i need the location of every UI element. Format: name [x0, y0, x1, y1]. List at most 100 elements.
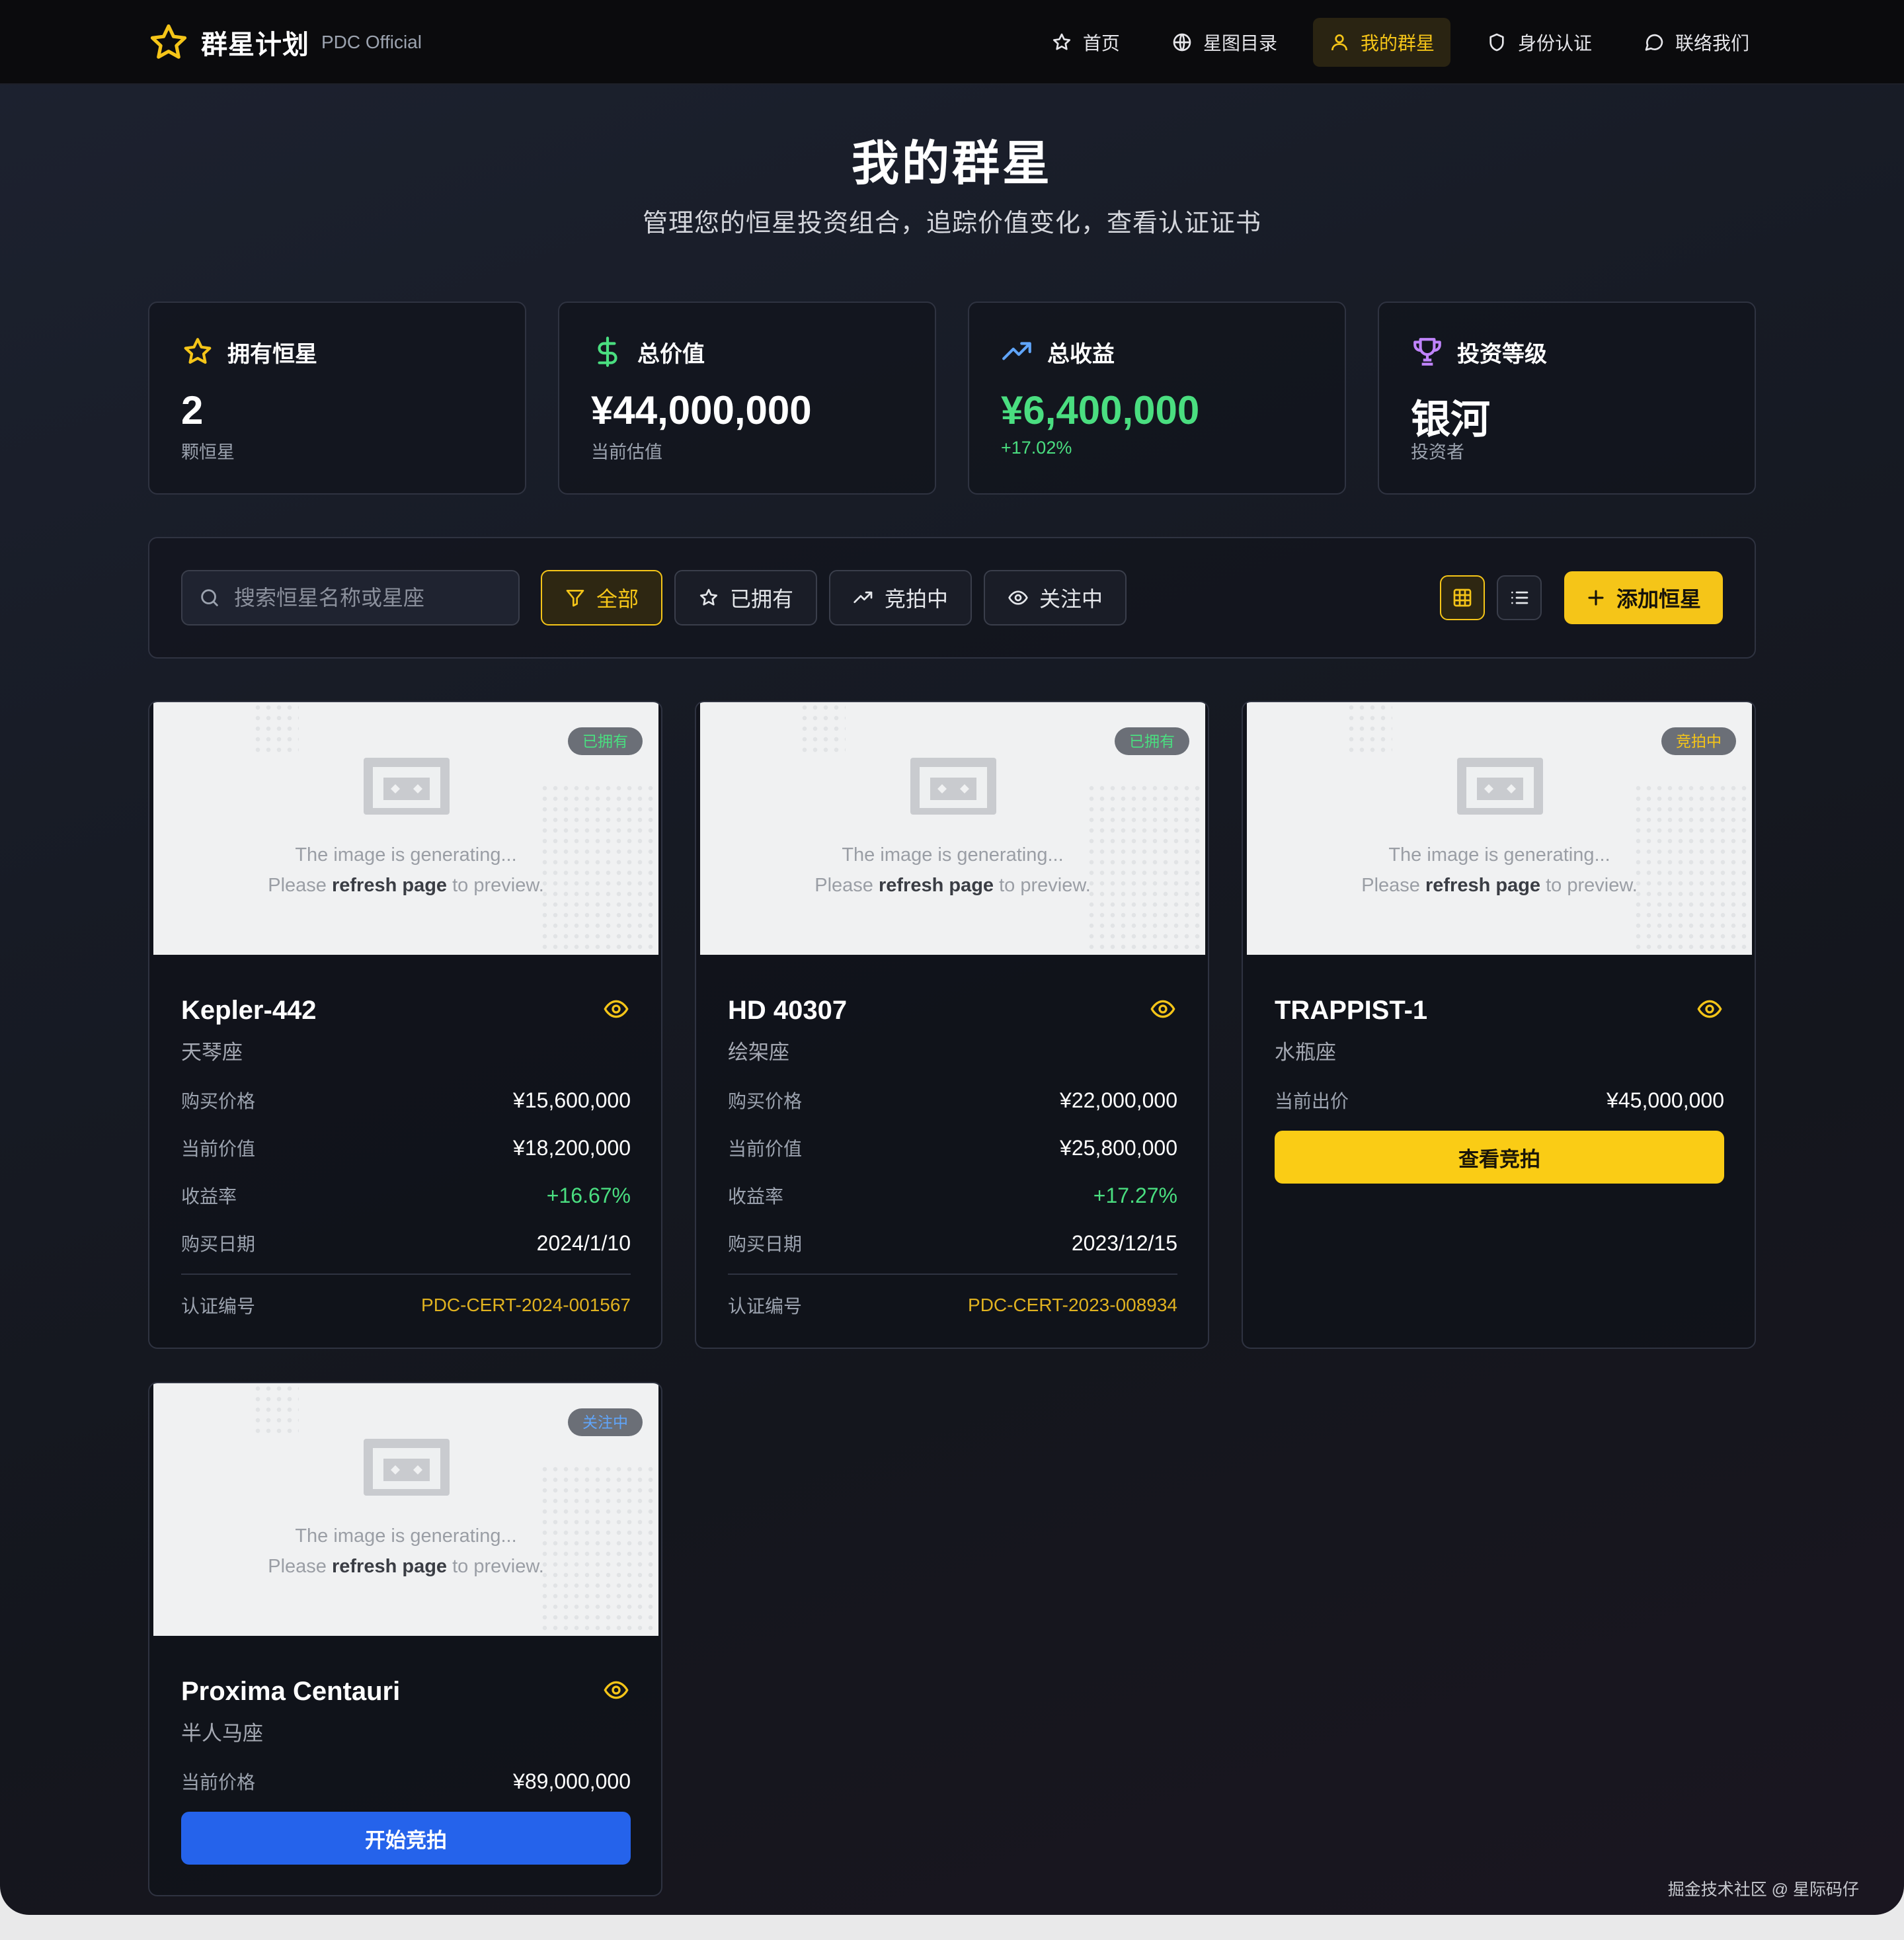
trophy-icon [1413, 338, 1441, 366]
grid-view-button[interactable] [1440, 575, 1485, 620]
info-row: 当前价格 ¥89,000,000 [181, 1769, 631, 1793]
constellation: 半人马座 [181, 1722, 263, 1745]
star-card[interactable]: The image is generating... Please refres… [148, 1382, 662, 1896]
cert-number[interactable]: PDC-CERT-2023-008934 [968, 1295, 1177, 1316]
placeholder-text: The image is generating... Please refres… [268, 844, 544, 896]
nav-label: 首页 [1082, 33, 1120, 54]
nav-contact[interactable]: 联络我们 [1628, 18, 1765, 67]
list-icon [1511, 591, 1528, 604]
filter-label: 全部 [596, 587, 639, 611]
filter-icon [566, 590, 584, 607]
shield-icon [1489, 33, 1504, 52]
star-name: Kepler-442 [181, 996, 317, 1025]
stat-label: 总收益 [1047, 341, 1115, 367]
constellation: 绘架座 [728, 1041, 789, 1064]
nav-catalog[interactable]: 星图目录 [1156, 18, 1293, 67]
stat-note: 当前估值 [591, 442, 662, 462]
stat-note: 颗恒星 [181, 442, 235, 462]
filter-label: 竞拍中 [885, 587, 949, 611]
star-icon [1052, 33, 1070, 50]
star-card[interactable]: The image is generating... Please refres… [695, 701, 1209, 1349]
stat-card-total-profit: 总收益 ¥6,400,000 +17.02% [968, 302, 1346, 495]
star-card[interactable]: The image is generating... Please refres… [1242, 701, 1756, 1349]
status-badge: 已拥有 [1115, 727, 1189, 755]
search-icon [201, 589, 218, 606]
filter-owned-button[interactable]: 已拥有 [674, 570, 818, 626]
star-card[interactable]: The image is generating... Please refres… [148, 701, 662, 1349]
star-image-placeholder: The image is generating... Please refres… [1247, 702, 1752, 955]
stat-label: 拥有恒星 [227, 341, 317, 367]
plus-icon [1588, 590, 1604, 606]
status-badge: 竞拍中 [1661, 727, 1736, 755]
brand-logo[interactable]: 群星计划 PDC Official [148, 20, 422, 65]
info-row: 收益率 +16.67% [181, 1183, 631, 1207]
filter-watching-button[interactable]: 关注中 [984, 570, 1127, 626]
image-placeholder-icon [910, 758, 996, 815]
app-screen: 群星计划 PDC Official 首页 星图目录 我的群星 身份认证 联络我们… [0, 0, 1904, 1915]
stat-value: ¥6,400,000 [1001, 388, 1200, 432]
info-row: 当前价值 ¥25,800,000 [728, 1135, 1177, 1160]
info-row: 购买日期 2023/12/15 [728, 1231, 1177, 1255]
eye-icon [1008, 590, 1028, 605]
constellation: 水瓶座 [1275, 1041, 1336, 1064]
add-star-button[interactable]: 添加恒星 [1564, 571, 1723, 624]
placeholder-text: The image is generating... Please refres… [268, 1525, 544, 1577]
stat-label: 投资等级 [1457, 341, 1547, 367]
search-input[interactable] [234, 585, 512, 610]
star-name: Proxima Centauri [181, 1677, 401, 1706]
star-icon [699, 588, 718, 606]
watermark: 掘金技术社区 @ 星际码仔 [1667, 1880, 1859, 1899]
star-logo-icon [150, 24, 187, 59]
filter-auction-button[interactable]: 竞拍中 [829, 570, 972, 626]
filter-all-button[interactable]: 全部 [541, 570, 663, 626]
image-placeholder-icon [1457, 758, 1543, 815]
search-box[interactable] [181, 570, 520, 626]
nav-label: 星图目录 [1203, 33, 1277, 54]
status-badge: 关注中 [568, 1408, 643, 1436]
info-row: 当前价值 ¥18,200,000 [181, 1135, 631, 1160]
stat-card-stars: 拥有恒星 2 颗恒星 [148, 302, 526, 495]
stat-card-total-value: 总价值 ¥44,000,000 当前估值 [558, 302, 936, 495]
star-image-placeholder: The image is generating... Please refres… [153, 702, 658, 955]
placeholder-text: The image is generating... Please refres… [1361, 844, 1638, 896]
divider [728, 1273, 1177, 1275]
status-badge: 已拥有 [568, 727, 643, 755]
eye-icon[interactable] [603, 1677, 629, 1703]
view-auction-button[interactable]: 查看竞拍 [1275, 1131, 1724, 1184]
stat-value: ¥44,000,000 [591, 388, 812, 432]
eye-icon[interactable] [1696, 996, 1723, 1022]
cert-number[interactable]: PDC-CERT-2024-001567 [421, 1295, 631, 1316]
stat-note: 投资者 [1411, 442, 1464, 462]
image-placeholder-icon [364, 1439, 450, 1496]
nav-label: 我的群星 [1360, 33, 1435, 54]
stats-row: 拥有恒星 2 颗恒星 总价值 ¥44,000,000 当前估值 总收益 ¥6,4… [148, 302, 1756, 495]
star-name: HD 40307 [728, 996, 848, 1025]
globe-icon [1173, 33, 1191, 52]
filter-label: 关注中 [1039, 587, 1103, 611]
grid-icon [1453, 588, 1472, 607]
star-outline-icon [184, 338, 212, 364]
nav-identity[interactable]: 身份认证 [1470, 18, 1608, 67]
nav-home[interactable]: 首页 [1035, 18, 1136, 67]
add-star-label: 添加恒星 [1616, 587, 1701, 611]
start-bidding-button[interactable]: 开始竞拍 [181, 1812, 631, 1865]
stat-label: 总价值 [637, 341, 705, 367]
nav-my-stars[interactable]: 我的群星 [1312, 18, 1450, 67]
nav-links: 首页 星图目录 我的群星 身份认证 联络我们 [1035, 17, 1765, 67]
stat-value: 银河 [1411, 397, 1490, 442]
top-nav: 群星计划 PDC Official 首页 星图目录 我的群星 身份认证 联络我们 [0, 0, 1904, 85]
eye-icon[interactable] [603, 996, 629, 1022]
stat-card-level: 投资等级 银河 投资者 [1378, 302, 1756, 495]
trending-up-icon [1002, 342, 1031, 360]
eye-icon[interactable] [1150, 996, 1176, 1022]
info-row: 当前出价 ¥45,000,000 [1275, 1088, 1724, 1112]
star-name: TRAPPIST-1 [1275, 996, 1428, 1025]
star-image-placeholder: The image is generating... Please refres… [700, 702, 1205, 955]
brand-name: 群星计划 [201, 30, 309, 60]
divider [181, 1273, 631, 1275]
star-image-placeholder: The image is generating... Please refres… [153, 1383, 658, 1636]
list-view-button[interactable] [1497, 575, 1542, 620]
nav-label: 身份认证 [1517, 33, 1592, 54]
filter-toolbar: 全部 已拥有 竞拍中 关注中 添加恒星 [148, 537, 1756, 659]
image-placeholder-icon [364, 758, 450, 815]
